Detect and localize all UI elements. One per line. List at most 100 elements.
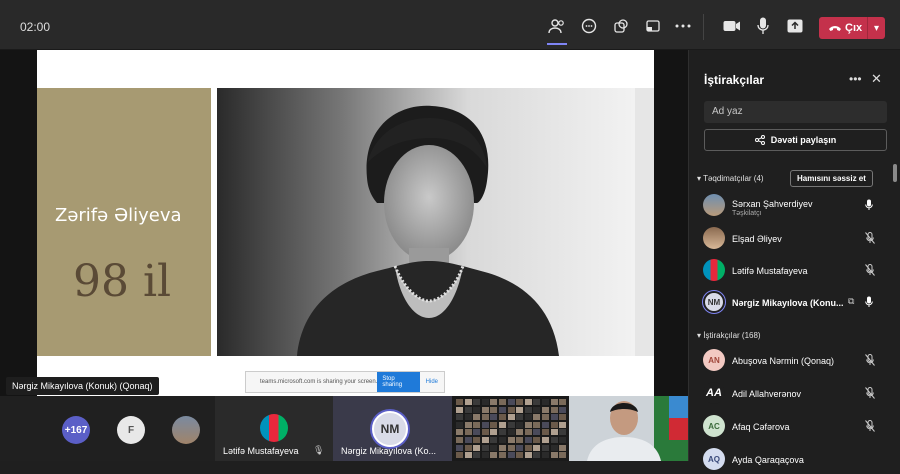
participant-row[interactable]: Elşad Əliyev xyxy=(703,227,875,253)
grid-thumbnail xyxy=(542,437,549,443)
grid-thumbnail xyxy=(524,429,532,436)
mic-icon[interactable] xyxy=(865,198,873,216)
camera-icon[interactable] xyxy=(722,16,742,36)
leave-button[interactable]: Çıx ▾ xyxy=(819,17,885,39)
grid-thumbnail xyxy=(550,437,558,443)
participant-row[interactable]: AA Adil Allahverənov xyxy=(703,382,875,408)
hide-link[interactable]: Hide xyxy=(426,379,438,385)
more-icon[interactable] xyxy=(673,16,693,36)
stop-sharing-button[interactable]: Stop sharing xyxy=(377,372,420,392)
grid-thumbnail xyxy=(464,452,472,459)
muted-mic-icon[interactable] xyxy=(865,231,875,249)
avatar: F xyxy=(117,416,145,444)
attendees-header-label: İştirakçılar (168) xyxy=(703,331,761,340)
participant-row[interactable]: AC Afaq Cəfərova xyxy=(703,415,875,441)
video-tile-grid[interactable] xyxy=(452,396,569,461)
muted-mic-icon[interactable] xyxy=(865,353,875,371)
grid-thumbnail xyxy=(550,421,558,428)
share-screen-icon[interactable] xyxy=(785,16,805,36)
muted-mic-icon[interactable] xyxy=(865,386,875,404)
video-gallery: +167 F Lətifə Mustafayeva 🎙 NM Nərgiz Mi… xyxy=(0,396,688,461)
grid-thumbnail xyxy=(456,406,463,413)
grid-thumbnail xyxy=(499,421,506,428)
grid-thumbnail xyxy=(550,399,558,405)
grid-thumbnail xyxy=(524,437,532,443)
participant-name: Abuşova Nərmin (Qonaq) xyxy=(732,356,835,366)
video-tile[interactable]: Lətifə Mustafayeva 🎙 xyxy=(215,396,333,461)
more-icon[interactable]: ••• xyxy=(849,72,862,86)
participant-name: Ayda Qaraqaçova xyxy=(732,455,804,465)
avatar xyxy=(703,259,725,281)
grid-thumbnail xyxy=(490,421,498,428)
grid-thumbnail xyxy=(473,399,481,405)
avatar: AC xyxy=(703,415,725,437)
participant-row[interactable]: AN Abuşova Nərmin (Qonaq) xyxy=(703,349,875,375)
participant-row[interactable]: AQ Ayda Qaraqaçova xyxy=(703,448,875,474)
overflow-participants-button[interactable]: +167 xyxy=(62,416,90,444)
grid-thumbnail xyxy=(550,444,558,451)
presenters-header[interactable]: ▾ Təqdimatçılar (4) xyxy=(697,174,764,183)
grid-thumbnail xyxy=(542,421,549,428)
grid-thumbnail xyxy=(524,421,532,428)
participant-name: Adil Allahverənov xyxy=(732,389,802,399)
muted-mic-icon[interactable] xyxy=(865,419,875,437)
grid-thumbnail xyxy=(473,421,481,428)
avatar: AN xyxy=(703,349,725,371)
screen-share-icon: ⧉ xyxy=(848,296,855,306)
grid-thumbnail xyxy=(481,414,489,421)
slide-edge xyxy=(635,88,654,356)
panel-scrollbar[interactable] xyxy=(893,164,897,182)
grid-thumbnail xyxy=(524,444,532,451)
panel-title: İştirakçılar xyxy=(704,73,765,87)
grid-thumbnail xyxy=(533,414,541,421)
mic-icon[interactable] xyxy=(865,295,873,313)
grid-thumbnail xyxy=(524,414,532,421)
grid-thumbnail xyxy=(464,406,472,413)
avatar xyxy=(703,194,725,216)
grid-thumbnail xyxy=(464,414,472,421)
grid-thumbnail xyxy=(559,429,567,436)
title-panel: Zərifə Əliyeva 98 il xyxy=(37,88,211,356)
grid-thumbnail xyxy=(559,452,567,459)
participant-row[interactable]: NM Nərgiz Mikayılova (Konu... ⧉ xyxy=(703,291,875,317)
grid-thumbnail xyxy=(524,452,532,459)
avatar xyxy=(172,416,200,444)
reactions-icon[interactable] xyxy=(611,16,631,36)
portrait-photo xyxy=(217,88,635,356)
video-tile[interactable] xyxy=(569,396,688,461)
chat-icon[interactable] xyxy=(579,16,599,36)
avatar: NM xyxy=(372,411,408,447)
presenters-header-label: Təqdimatçılar (4) xyxy=(703,174,764,183)
video-tile[interactable]: NM Nərgiz Mikayılova (Ko... xyxy=(333,396,452,461)
grid-thumbnail xyxy=(490,437,498,443)
grid-thumbnail xyxy=(516,421,524,428)
avatar: AA xyxy=(703,382,725,404)
people-icon[interactable] xyxy=(547,16,567,45)
share-tray-icon[interactable] xyxy=(643,16,663,36)
muted-mic-icon[interactable] xyxy=(865,263,875,281)
attendees-header[interactable]: ▾ İştirakçılar (168) xyxy=(697,331,761,340)
share-invite-button[interactable]: Dəvəti paylaşın xyxy=(704,129,887,151)
close-icon[interactable]: ✕ xyxy=(871,71,882,87)
search-input[interactable]: Ad yaz xyxy=(704,101,887,123)
grid-thumbnail xyxy=(559,414,567,421)
participant-row[interactable]: Lətifə Mustafayeva xyxy=(703,259,875,285)
grid-thumbnail xyxy=(456,444,463,451)
shared-screen-stage: Zərifə Əliyeva 98 il teams.microsoft.com… xyxy=(0,50,688,396)
participant-row[interactable]: Sərxan Şahverdiyev Təşkilatçı xyxy=(703,194,875,220)
slide-name: Zərifə Əliyeva xyxy=(55,205,182,226)
grid-thumbnail xyxy=(516,444,524,451)
muted-mic-icon: 🎙 xyxy=(313,445,325,455)
grid-thumbnail xyxy=(550,452,558,459)
mic-icon[interactable] xyxy=(753,16,773,36)
grid-thumbnail xyxy=(507,452,515,459)
grid-thumbnail xyxy=(550,414,558,421)
grid-thumbnail xyxy=(507,429,515,436)
mute-all-button[interactable]: Hamısını səssiz et xyxy=(790,170,873,187)
grid-thumbnail xyxy=(481,406,489,413)
toolbar-divider xyxy=(703,14,704,40)
chevron-down-icon[interactable]: ▾ xyxy=(867,17,885,39)
grid-thumbnail xyxy=(499,452,506,459)
grid-thumbnail xyxy=(507,399,515,405)
sharing-message: teams.microsoft.com is sharing your scre… xyxy=(260,379,378,385)
